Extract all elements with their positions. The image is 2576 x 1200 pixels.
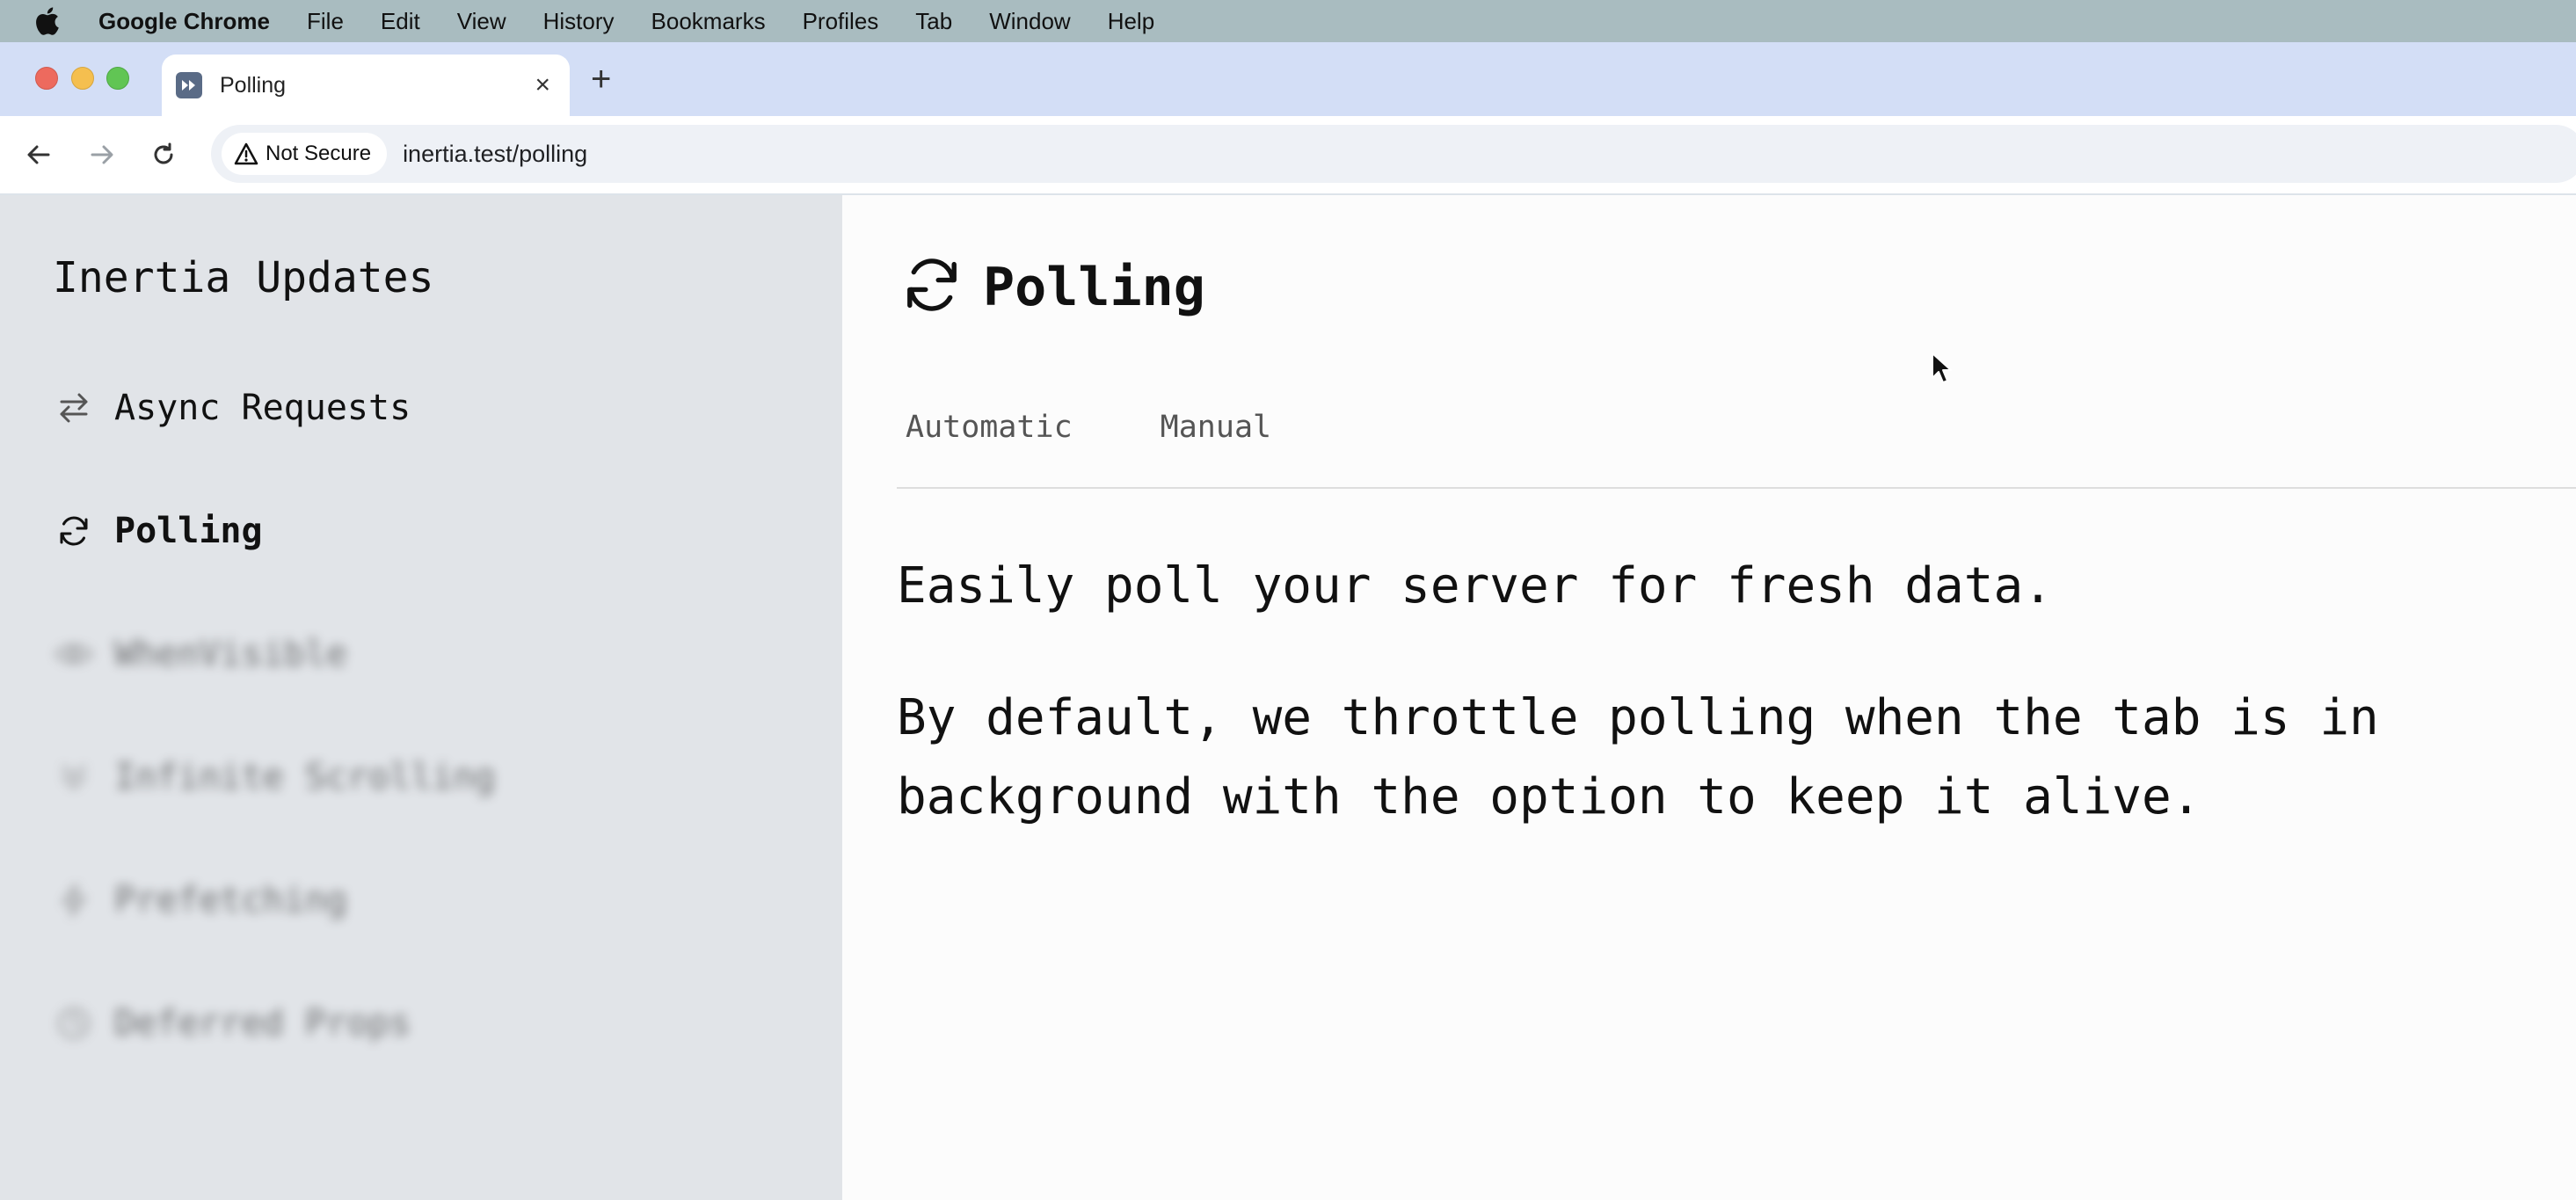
sidebar-item-async-requests[interactable]: Async Requests (53, 382, 411, 434)
sidebar: Inertia Updates Async Requests Polling W… (0, 195, 842, 1200)
sidebar-app-title: Inertia Updates (53, 253, 434, 302)
address-bar[interactable]: Not Secure inertia.test/polling (211, 125, 2576, 183)
menu-view[interactable]: View (457, 8, 506, 35)
tab-manual[interactable]: Manual (1161, 410, 1271, 445)
arrows-exchange-icon (53, 387, 95, 429)
sidebar-item-deferred-props[interactable]: Deferred Props (53, 997, 411, 1050)
sidebar-item-prefetching[interactable]: Prefetching (53, 874, 347, 927)
sidebar-item-whenvisible[interactable]: WhenVisible (53, 628, 347, 680)
browser-tabstrip: Polling × + (0, 42, 2576, 116)
clock-icon (53, 1002, 95, 1044)
menu-edit[interactable]: Edit (381, 8, 420, 35)
content-tabs: Automatic Manual (906, 410, 1359, 445)
chevrons-down-icon (53, 756, 95, 798)
mouse-cursor-icon (1931, 352, 1954, 389)
security-chip[interactable]: Not Secure (222, 133, 388, 175)
window-zoom-button[interactable] (106, 67, 129, 90)
refresh-icon (53, 510, 95, 552)
sidebar-item-label: Prefetching (114, 880, 347, 920)
menu-help[interactable]: Help (1108, 8, 1154, 35)
menu-window[interactable]: Window (989, 8, 1070, 35)
sidebar-item-polling[interactable]: Polling (53, 505, 263, 557)
apple-icon[interactable] (35, 7, 60, 35)
sidebar-item-label: Async Requests (114, 388, 411, 428)
tab-automatic[interactable]: Automatic (906, 410, 1073, 445)
menu-tab[interactable]: Tab (915, 8, 952, 35)
window-minimize-button[interactable] (71, 67, 94, 90)
menu-profiles[interactable]: Profiles (803, 8, 879, 35)
back-icon[interactable] (23, 139, 55, 171)
main-content: Polling Automatic Manual Easily poll you… (842, 195, 2576, 1200)
browser-tab-active[interactable]: Polling × (162, 55, 570, 116)
url-text[interactable]: inertia.test/polling (403, 141, 587, 168)
sidebar-item-label: Polling (114, 511, 263, 551)
tab-title: Polling (220, 72, 287, 98)
browser-toolbar: Not Secure inertia.test/polling (0, 116, 2576, 195)
security-label: Not Secure (266, 142, 372, 165)
menu-bookmarks[interactable]: Bookmarks (651, 8, 766, 35)
eye-icon (53, 633, 95, 675)
favicon-icon (176, 72, 202, 98)
refresh-icon (900, 253, 964, 321)
description-paragraph: By default, we throttle polling when the… (897, 689, 2379, 825)
tab-close-icon[interactable]: × (535, 72, 550, 98)
sidebar-item-label: Deferred Props (114, 1003, 411, 1044)
macos-menubar: Google Chrome File Edit View History Boo… (0, 0, 2576, 42)
menu-file[interactable]: File (307, 8, 344, 35)
sidebar-item-label: Infinite Scrolling (114, 757, 496, 797)
sidebar-item-infinite-scrolling[interactable]: Infinite Scrolling (53, 751, 495, 804)
intro-paragraph: Easily poll your server for fresh data. (897, 557, 2053, 615)
page-title: Polling (983, 256, 1205, 318)
sidebar-item-label: WhenVisible (114, 634, 347, 674)
page-header: Polling (900, 253, 1205, 321)
menu-history[interactable]: History (543, 8, 615, 35)
menu-app-name[interactable]: Google Chrome (98, 8, 270, 35)
new-tab-button[interactable]: + (591, 62, 611, 97)
forward-icon[interactable] (86, 139, 118, 171)
window-close-button[interactable] (35, 67, 58, 90)
warning-icon (234, 142, 258, 165)
lightning-icon (53, 879, 95, 921)
reload-icon[interactable] (148, 139, 179, 171)
tabs-divider (897, 487, 2576, 489)
